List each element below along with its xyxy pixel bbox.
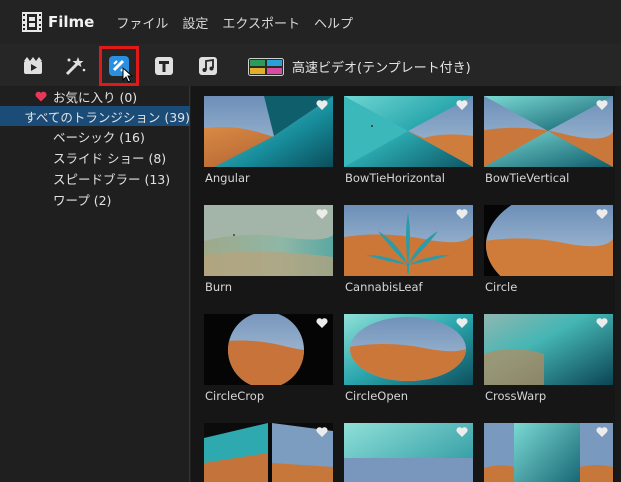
- transition-card-bowtievertical[interactable]: BowTieVertical: [484, 96, 616, 185]
- menu-file[interactable]: ファイル: [116, 13, 168, 32]
- transition-name: Angular: [205, 171, 250, 185]
- sidebar-item-speed-blur[interactable]: スピードブラー (13): [0, 168, 190, 188]
- media-icon: [24, 57, 42, 74]
- transition-thumbnail: [204, 314, 333, 385]
- transition-thumbnail: [484, 423, 613, 482]
- favorite-heart-icon[interactable]: [456, 208, 468, 220]
- text-button[interactable]: [151, 53, 177, 79]
- transition-card[interactable]: [204, 423, 336, 482]
- transition-name: BowTieVertical: [485, 171, 570, 185]
- transition-name: Circle: [485, 280, 518, 294]
- transition-thumbnail: [484, 205, 613, 276]
- effects-button[interactable]: [62, 53, 88, 79]
- favorite-heart-icon[interactable]: [456, 426, 468, 438]
- transition-card-circlecrop[interactable]: CircleCrop: [204, 314, 336, 403]
- transition-thumbnail: [344, 423, 473, 482]
- transition-thumbnail: [344, 205, 473, 276]
- transition-card[interactable]: [484, 423, 616, 482]
- transition-card-cannabisleaf[interactable]: CannabisLeaf: [344, 205, 476, 294]
- favorite-heart-icon[interactable]: [596, 317, 608, 329]
- sidebar-item-label: ワープ (2): [53, 192, 112, 208]
- mouse-cursor-icon: [122, 67, 134, 83]
- transition-card-crosswarp[interactable]: CrossWarp: [484, 314, 616, 403]
- transition-thumbnail: [344, 96, 473, 167]
- app-logo: Filme: [22, 12, 94, 32]
- menu-help[interactable]: ヘルプ: [314, 13, 353, 32]
- sidebar-item-label: すべてのトランジション (39): [24, 109, 190, 125]
- toolbar: 高速ビデオ(テンプレート付き): [0, 44, 621, 86]
- transition-card[interactable]: [344, 423, 476, 482]
- template-icon: [248, 57, 284, 76]
- transition-thumbnail: [344, 314, 473, 385]
- sidebar-item-favorites[interactable]: お気に入り (0): [0, 86, 190, 106]
- app-name: Filme: [48, 13, 95, 31]
- transition-grid: Angular BowTieHorizontal BowTieVertical …: [191, 86, 621, 482]
- category-sidebar: お気に入り (0) すべてのトランジション (39) ベーシック (16) スラ…: [0, 86, 190, 482]
- transition-name: CircleOpen: [345, 389, 409, 403]
- transition-name: CrossWarp: [485, 389, 547, 403]
- title-bar: Filme ファイル 設定 エクスポート ヘルプ: [0, 0, 621, 44]
- menu-settings[interactable]: 設定: [182, 13, 208, 32]
- music-icon: [199, 57, 217, 75]
- favorite-heart-icon[interactable]: [596, 208, 608, 220]
- transition-name: CircleCrop: [205, 389, 265, 403]
- favorite-heart-icon[interactable]: [456, 317, 468, 329]
- transition-thumbnail: [204, 423, 333, 482]
- favorite-heart-icon[interactable]: [596, 99, 608, 111]
- media-button[interactable]: [20, 53, 46, 79]
- transition-name: CannabisLeaf: [345, 280, 423, 294]
- sidebar-item-label: お気に入り (0): [53, 89, 138, 105]
- menu-bar: ファイル 設定 エクスポート ヘルプ: [116, 13, 367, 32]
- sidebar-item-label: スライド ショー (8): [53, 150, 167, 166]
- favorite-heart-icon[interactable]: [456, 99, 468, 111]
- favorite-heart-icon[interactable]: [316, 426, 328, 438]
- sidebar-item-slideshow[interactable]: スライド ショー (8): [0, 147, 190, 167]
- favorite-heart-icon[interactable]: [316, 208, 328, 220]
- sidebar-item-all-transitions[interactable]: すべてのトランジション (39): [0, 106, 190, 126]
- music-button[interactable]: [195, 53, 221, 79]
- favorite-heart-icon[interactable]: [596, 426, 608, 438]
- transition-name: BowTieHorizontal: [345, 171, 445, 185]
- transition-card-angular[interactable]: Angular: [204, 96, 336, 185]
- transition-card-burn[interactable]: Burn: [204, 205, 336, 294]
- favorite-heart-icon[interactable]: [316, 99, 328, 111]
- preset-template-button[interactable]: 高速ビデオ(テンプレート付き): [248, 57, 471, 76]
- heart-icon: [35, 91, 47, 101]
- favorite-heart-icon[interactable]: [316, 317, 328, 329]
- transition-card-circle[interactable]: Circle: [484, 205, 616, 294]
- transition-thumbnail: [204, 96, 333, 167]
- grid-scrollbar[interactable]: [615, 86, 621, 482]
- preset-label: 高速ビデオ(テンプレート付き): [292, 61, 471, 76]
- effects-icon: [65, 57, 86, 76]
- sidebar-item-label: スピードブラー (13): [53, 171, 171, 187]
- sidebar-item-label: ベーシック (16): [53, 129, 145, 145]
- transition-thumbnail: [484, 314, 613, 385]
- sidebar-item-basic[interactable]: ベーシック (16): [0, 126, 190, 146]
- text-icon: [155, 57, 173, 75]
- sidebar-item-warp[interactable]: ワープ (2): [0, 189, 190, 209]
- transition-thumbnail: [484, 96, 613, 167]
- transition-card-bowtiehorizontal[interactable]: BowTieHorizontal: [344, 96, 476, 185]
- film-logo-icon: [22, 12, 42, 32]
- menu-export[interactable]: エクスポート: [222, 13, 300, 32]
- transition-card-circleopen[interactable]: CircleOpen: [344, 314, 476, 403]
- transition-thumbnail: [204, 205, 333, 276]
- transition-name: Burn: [205, 280, 232, 294]
